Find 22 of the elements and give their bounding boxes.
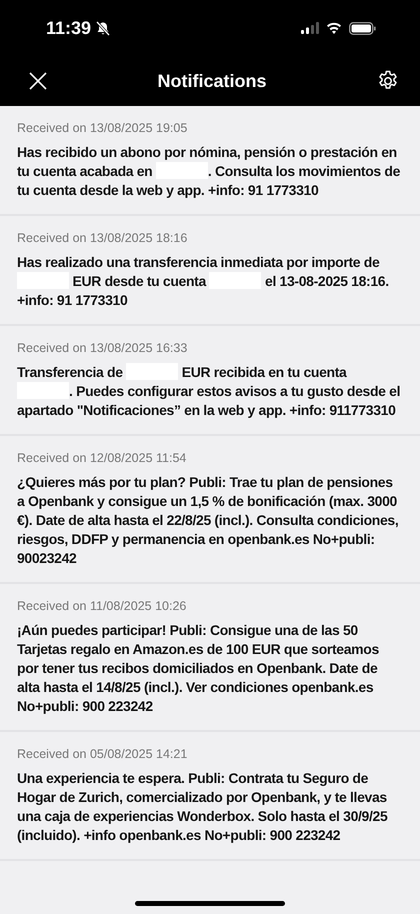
received-date: Received on 12/08/2025 11:54 <box>17 451 188 465</box>
received-date: Received on 13/08/2025 18:16 <box>17 231 188 245</box>
message-text: Has realizado una transferencia inmediata por importe de EUR desde tu cuenta el 13-08-2025 18:16. +info: 91 1773310 <box>17 253 390 310</box>
received-date: Received on 13/08/2025 16:33 <box>17 341 188 355</box>
signal-icon <box>301 22 319 34</box>
message-text: ¿Quieres más por tu plan? Publi: Trae tu plan de pensiones a Openbank y consigue un 1,5 % de bonificación (max. 3000 €). Date de alta hasta el 22/8/25 (incl.). Consulta condiciones, riesgos, DDFP y permanencia en openbank.es No+publi: 90023242 <box>17 473 400 568</box>
message-text: Transferencia de EUR recibida en tu cuenta . Puedes configurar estos avisos a tu gusto desde el apartado "Notificaciones” en la web y app. +info: 911773310 <box>17 363 402 420</box>
status-time: 11:39 <box>46 18 92 38</box>
wifi-icon <box>326 22 342 34</box>
notification-card[interactable]: Received on 13/08/2025 19:05 Has recibido un abono por nómina, pensión o prestación en tu cuenta acabada en . Consulta los movimientos de tu cuenta desde la web y app. +info: 91 1773310 <box>0 106 420 216</box>
message-text: Has recibido un abono por nómina, pensión o prestación en tu cuenta acabada en . Consulta los movimientos de tu cuenta desde la web y app. +info: 91 1773310 <box>17 143 402 200</box>
message-text: ¡Aún puedes participar! Publi: Consigue una de las 50 Tarjetas regalo en Amazon.es de 100 EUR que sorteamos por tener tus recibos domiciliados en Openbank. Date de alta hasta el 14/8/25 (incl.). Ver condiciones openbank.es No+publi: 900 223242 <box>17 621 380 716</box>
received-date: Received on 05/08/2025 14:21 <box>17 747 188 761</box>
battery-icon <box>349 22 376 34</box>
close-button[interactable] <box>28 71 48 91</box>
notification-card[interactable]: Received on 13/08/2025 16:33 Transferencia de EUR recibida en tu cuenta . Puedes configurar estos avisos a tu gusto desde el apartado "Notificaciones” en la web y app. +info: 911773310 <box>0 326 420 436</box>
close-icon <box>28 71 48 91</box>
received-date: Received on 11/08/2025 10:26 <box>17 599 188 613</box>
received-date: Received on 13/08/2025 19:05 <box>17 121 188 135</box>
notification-card[interactable]: Received on 13/08/2025 18:16 Has realizado una transferencia inmediata por importe de EUR desde tu cuenta el 13-08-2025 18:16. +info: 91 1773310 <box>0 216 420 326</box>
message-text: Una experiencia te espera. Publi: Contrata tu Seguro de Hogar de Zurich, comercializado por Openbank, y te llevas una caja de experiencias Wonderbox. Solo hasta el 30/9/25 (incluido). +info openbank.es No+publi: 900 223242 <box>17 769 388 845</box>
screen-title: Notifications <box>157 70 266 92</box>
